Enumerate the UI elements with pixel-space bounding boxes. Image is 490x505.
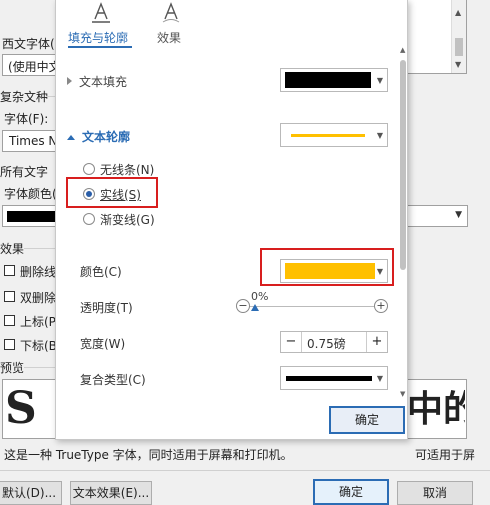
text-effects-button[interactable]: 文本效果(E)...: [70, 481, 152, 505]
default-button[interactable]: 默认(D)...: [0, 481, 62, 505]
width-decrease-button[interactable]: −: [281, 332, 302, 352]
compound-type-dropdown[interactable]: ▼: [280, 366, 388, 390]
double-strike-checkbox[interactable]: [4, 291, 15, 302]
double-strike-label: 双删除: [20, 291, 57, 305]
tab-fill-outline-label: 填充与轮廓: [68, 31, 129, 45]
all-text-label: 所有文字: [0, 165, 49, 179]
compound-line-preview: [286, 376, 372, 381]
text-fill-title: 文本填充: [79, 75, 128, 89]
text-outline-header[interactable]: 文本轮廓: [67, 128, 130, 145]
text-fill-header[interactable]: 文本填充: [67, 73, 127, 90]
font-color-select[interactable]: [2, 205, 58, 227]
tab-active-indicator: [68, 46, 132, 48]
transparency-value: 0%: [251, 290, 269, 303]
gradient-line-radio[interactable]: [83, 213, 95, 225]
preview-box: S: [2, 379, 56, 439]
chevron-down-icon: ▼: [376, 131, 383, 140]
chevron-down-icon: ▼: [376, 76, 383, 85]
no-line-label[interactable]: 无线条(N): [100, 161, 154, 178]
truetype-note: 这是一种 TrueType 字体，同时适用于屏幕和打印机。: [4, 448, 293, 462]
tab-effects[interactable]: 效果: [154, 2, 194, 45]
text-effects-icon: [162, 2, 180, 24]
chevron-down-icon: ▼: [376, 374, 383, 383]
subscript-label: 下标(B: [20, 339, 57, 353]
width-spinner[interactable]: − 0.75磅 +: [280, 331, 388, 353]
compound-type-label: 复合类型(C): [80, 373, 146, 387]
scroll-thumb[interactable]: [455, 38, 463, 56]
width-label: 宽度(W): [80, 337, 126, 351]
complex-font-select[interactable]: Times N: [2, 130, 57, 152]
ok-button[interactable]: 确定: [313, 479, 389, 505]
superscript-checkbox[interactable]: [4, 315, 15, 326]
subscript-checkbox[interactable]: [4, 339, 15, 350]
strikethrough-checkbox[interactable]: [4, 265, 15, 276]
font-color-label: 字体颜色(: [4, 187, 57, 201]
collapse-arrow-icon: [67, 135, 75, 140]
western-font-value: (使用中文: [8, 60, 61, 74]
expand-arrow-icon: [67, 77, 72, 85]
width-increase-button[interactable]: +: [366, 332, 387, 352]
solid-line-highlight: [66, 177, 158, 208]
panel-ok-button[interactable]: 确定: [329, 406, 405, 434]
complex-script-label: 复杂文种: [0, 90, 49, 104]
text-fill-color-dropdown[interactable]: ▼: [280, 68, 388, 92]
transparency-slider-thumb[interactable]: [251, 304, 259, 311]
format-text-effects-panel: 填充与轮廓 效果 文本填充 ▼ 文本轮廓 ▼ 无线条(N) 实线(S) 渐变线(…: [55, 0, 408, 440]
complex-font-value: Times N: [9, 134, 58, 148]
tab-fill-outline[interactable]: 填充与轮廓: [68, 2, 134, 48]
strikethrough-label: 删除线: [20, 265, 57, 279]
truetype-note-right: 可适用于屏: [415, 448, 475, 462]
scroll-down-icon[interactable]: ▼: [455, 60, 461, 69]
transparency-label: 透明度(T): [80, 301, 133, 315]
scroll-up-icon[interactable]: ▲: [455, 8, 461, 17]
cancel-button[interactable]: 取消: [397, 481, 473, 505]
tab-effects-label: 效果: [157, 31, 182, 45]
divider: [24, 367, 56, 368]
text-outline-title: 文本轮廓: [82, 130, 131, 144]
preview-glyph-right: 中的: [407, 388, 465, 430]
font-color-swatch: [7, 211, 58, 222]
outline-preset-line: [291, 134, 365, 137]
no-line-radio[interactable]: [83, 163, 95, 175]
western-font-label: 西文字体(: [2, 37, 55, 51]
width-value[interactable]: 0.75磅: [307, 335, 346, 352]
complex-font-label: 字体(F):: [4, 112, 49, 126]
color-label: 颜色(C): [80, 265, 122, 279]
font-list-box[interactable]: ▲ ▼: [405, 0, 467, 74]
preview-label: 预览: [0, 361, 25, 375]
scroll-down-icon[interactable]: ▼: [400, 390, 405, 398]
western-font-select[interactable]: (使用中文: [2, 54, 61, 76]
chevron-down-icon: ▼: [455, 210, 462, 220]
superscript-label: 上标(P: [20, 315, 56, 329]
gradient-line-label[interactable]: 渐变线(G): [100, 211, 155, 228]
text-fill-outline-icon: [92, 2, 110, 24]
text-fill-color-swatch: [285, 72, 371, 88]
outline-preset-dropdown[interactable]: ▼: [280, 123, 388, 147]
divider: [24, 248, 56, 249]
transparency-decrease-icon[interactable]: −: [236, 299, 250, 313]
color-highlight: [260, 248, 394, 286]
preview-box-right: 中的: [405, 379, 467, 439]
effects-label: 效果: [0, 242, 25, 256]
underline-color-select[interactable]: ▼: [405, 205, 468, 227]
font-list-scrollbar[interactable]: ▲ ▼: [451, 0, 466, 73]
preview-glyph: S: [5, 383, 37, 434]
panel-scroll-thumb[interactable]: [400, 60, 406, 270]
transparency-increase-icon[interactable]: +: [374, 299, 388, 313]
transparency-slider-track[interactable]: [250, 306, 374, 307]
divider: [0, 470, 490, 471]
scroll-up-icon[interactable]: ▲: [400, 46, 405, 54]
